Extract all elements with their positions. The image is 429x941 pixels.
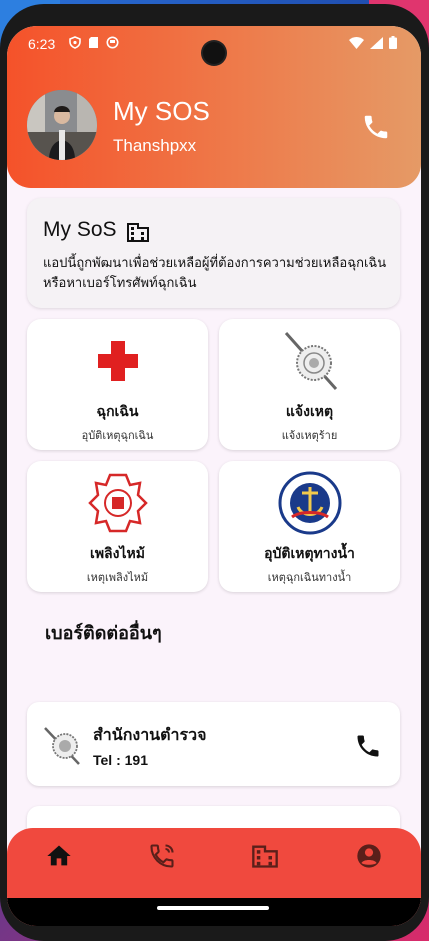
app-notification-icon	[106, 36, 119, 49]
status-bar: 6:23	[7, 32, 421, 64]
home-indicator[interactable]	[157, 906, 269, 910]
avatar-photo	[27, 90, 97, 160]
shield-icon	[69, 36, 81, 49]
status-icons-left	[69, 36, 119, 49]
tile-title: อุบัติเหตุทางน้ำ	[264, 546, 355, 562]
building-icon[interactable]	[251, 842, 279, 870]
gesture-area	[7, 898, 421, 926]
app-title: My SOS	[113, 96, 210, 126]
building-icon	[127, 223, 149, 242]
wifi-icon	[349, 36, 364, 49]
call-icon[interactable]	[354, 732, 382, 760]
tile-emergency[interactable]: ฉุกเฉิน อุบัติเหตุฉุกเฉิน	[27, 319, 208, 450]
signal-icon	[370, 36, 383, 49]
info-card: My SoS แอปนี้ถูกพัฒนาเพื่อช่วยเหลือผู้ที…	[27, 198, 400, 308]
sd-card-icon	[89, 37, 98, 48]
tile-fire[interactable]: เพลิงไหม้ เหตุเพลิงไหม้	[27, 461, 208, 592]
contact-name: สำนักงานตำรวจ	[93, 725, 207, 744]
user-name: Thanshpxx	[113, 136, 197, 155]
phone-frame: 6:23 My SOS Thanshpxx My SoS แอปนี้ถูกพั…	[0, 4, 429, 941]
tile-title: เพลิงไหม้	[90, 546, 145, 562]
fire-department-icon	[87, 473, 148, 533]
section-title: เบอร์ติดต่ออื่นๆ	[45, 623, 162, 644]
tile-report[interactable]: แจ้งเหตุ แจ้งเหตุร้าย	[219, 319, 400, 450]
app-header: 6:23 My SOS Thanshpxx	[7, 26, 421, 188]
police-badge-icon	[44, 727, 80, 765]
camera-cutout	[203, 42, 225, 64]
status-time: 6:23	[28, 36, 56, 52]
tile-title: แจ้งเหตุ	[285, 404, 334, 420]
tile-subtitle: เหตุฉุกเฉินทางน้ำ	[267, 571, 352, 584]
app-screen: 6:23 My SOS Thanshpxx My SoS แอปนี้ถูกพั…	[7, 26, 421, 926]
info-title: My SoS	[43, 218, 117, 241]
info-description: แอปนี้ถูกพัฒนาเพื่อช่วยเหลือผู้ที่ต้องกา…	[43, 256, 387, 291]
home-icon[interactable]	[45, 842, 73, 870]
police-badge-icon	[284, 332, 337, 390]
avatar[interactable]	[27, 90, 97, 160]
contact-card-police[interactable]: สำนักงานตำรวจ Tel : 191	[27, 702, 400, 786]
red-cross-icon	[97, 341, 138, 381]
battery-icon	[389, 36, 397, 49]
tile-subtitle: แจ้งเหตุร้าย	[281, 429, 338, 442]
contact-tel: Tel : 191	[93, 752, 148, 768]
account-icon[interactable]	[355, 842, 383, 870]
call-icon[interactable]	[361, 112, 391, 142]
tile-water[interactable]: อุบัติเหตุทางน้ำ เหตุฉุกเฉินทางน้ำ	[219, 461, 400, 592]
tile-title: ฉุกเฉิน	[96, 404, 139, 420]
status-icons-right	[349, 36, 397, 49]
tile-subtitle: อุบัติเหตุฉุกเฉิน	[81, 429, 154, 442]
marine-rescue-icon	[278, 471, 341, 535]
tile-subtitle: เหตุเพลิงไหม้	[86, 571, 149, 584]
phone-call-icon[interactable]	[148, 842, 176, 870]
